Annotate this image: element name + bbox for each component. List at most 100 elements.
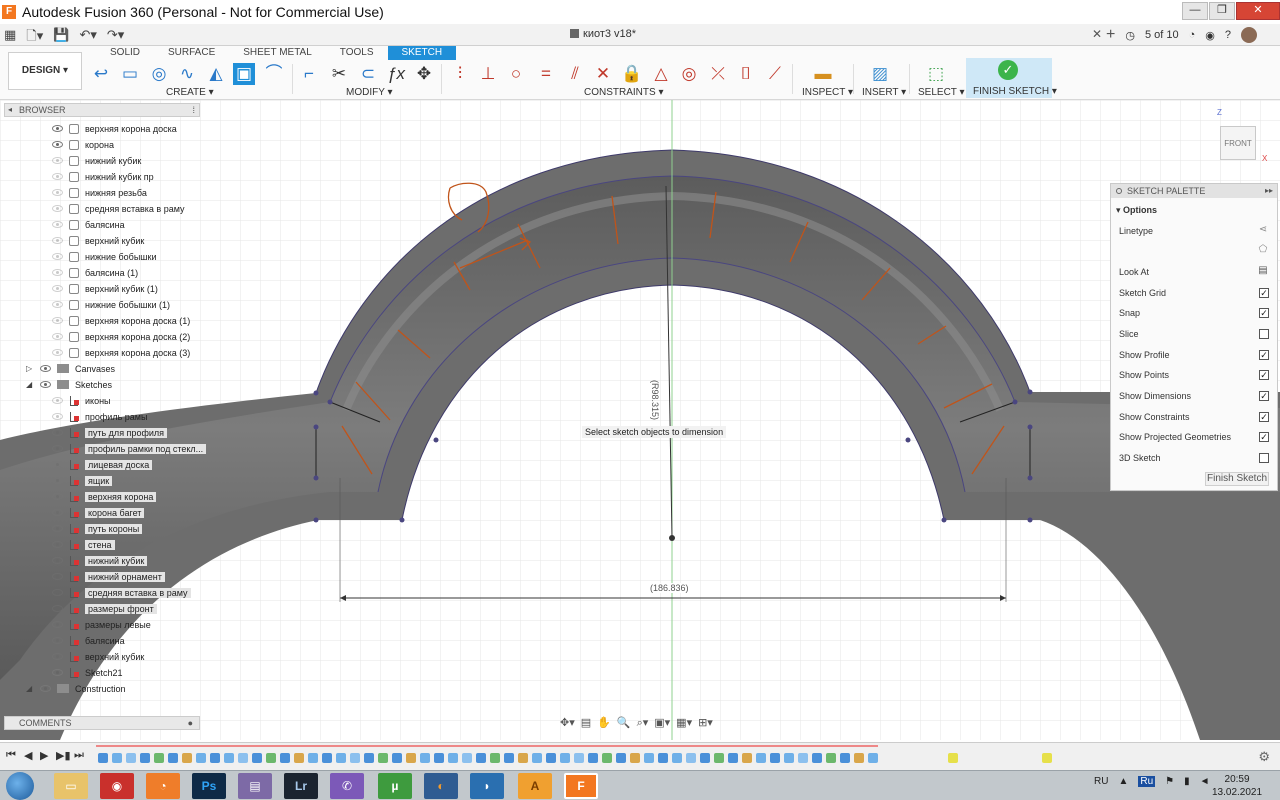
timeline-feature-icon[interactable] — [532, 753, 542, 763]
show-projected-checkbox[interactable]: ✓ — [1259, 432, 1269, 442]
timeline-track[interactable] — [96, 745, 878, 747]
eye-icon[interactable] — [52, 621, 63, 628]
list-item[interactable]: балясина — [52, 217, 125, 232]
tab-tools[interactable]: TOOLS — [326, 46, 388, 60]
eye-icon[interactable] — [52, 589, 63, 596]
eye-icon[interactable] — [40, 381, 51, 388]
network-icon[interactable]: ▮ — [1184, 776, 1190, 787]
move-icon[interactable]: ✥ — [413, 63, 435, 85]
modify-menu[interactable]: MODIFY ▾ — [346, 87, 393, 98]
app-shark-icon[interactable]: ◗ — [470, 773, 504, 799]
list-item[interactable]: корона — [52, 137, 114, 152]
timeline-feature-icon[interactable] — [630, 753, 640, 763]
timeline-feature-icon[interactable] — [546, 753, 556, 763]
offset-icon[interactable]: ⊂ — [357, 63, 379, 85]
eye-icon[interactable] — [52, 605, 63, 612]
timeline-feature-icon[interactable] — [308, 753, 318, 763]
list-item[interactable]: нижние бобышки (1) — [52, 297, 170, 312]
timeline-end-icon[interactable]: ⏭ — [74, 749, 84, 762]
timeline-feature-icon[interactable] — [560, 753, 570, 763]
eye-icon[interactable] — [52, 221, 63, 228]
palette-pin-icon[interactable] — [1116, 188, 1122, 194]
tangent-icon[interactable]: ○ — [505, 63, 527, 85]
explorer-icon[interactable]: ▭ — [54, 773, 88, 799]
function-icon[interactable]: ƒx — [385, 63, 407, 85]
inspect-menu[interactable]: INSPECT ▾ — [802, 87, 853, 98]
eye-icon[interactable] — [52, 397, 63, 404]
photoshop-icon[interactable]: Ps — [192, 773, 226, 799]
arc-icon[interactable]: ⌒ — [263, 63, 285, 85]
timeline-next-icon[interactable]: ▶▮ — [56, 749, 71, 762]
viewcube[interactable]: Z FRONT X — [1214, 108, 1274, 166]
coincident-icon[interactable]: ✕ — [592, 63, 614, 85]
timeline-feature-icon[interactable] — [574, 753, 584, 763]
list-item[interactable]: нижние бобышки — [52, 249, 157, 264]
timeline-feature-icon[interactable] — [364, 753, 374, 763]
collapse-arrow-icon[interactable]: ◢ — [26, 380, 36, 389]
close-tab-button[interactable]: ✕ — [1092, 27, 1102, 41]
radius-dimension-label[interactable]: (R98.315) — [650, 380, 660, 420]
timeline-feature-icon[interactable] — [476, 753, 486, 763]
horizontal-vertical-icon[interactable]: ⫶ — [449, 63, 471, 85]
sketch-item[interactable]: иконы — [52, 393, 111, 408]
sketch-item[interactable]: ящик — [52, 473, 113, 488]
sketch-item[interactable]: путь короны — [52, 521, 143, 536]
option-3d-sketch[interactable]: 3D Sketch — [1119, 453, 1269, 463]
orbit-icon[interactable]: ✥▾ — [560, 716, 575, 732]
list-item[interactable]: верхний кубик (1) — [52, 281, 158, 296]
lightroom-icon[interactable]: Lr — [284, 773, 318, 799]
option-show-constraints[interactable]: Show Constraints ✓ — [1119, 412, 1269, 422]
snap-checkbox[interactable]: ✓ — [1259, 308, 1269, 318]
sketch-item[interactable]: профиль рамки под стекл... — [52, 441, 207, 456]
document-tab[interactable]: киот3 v18* — [570, 28, 636, 40]
options-section[interactable]: ▾ Options — [1111, 198, 1277, 216]
timeline-feature-icon[interactable] — [182, 753, 192, 763]
help-icon[interactable]: ? — [1225, 29, 1231, 41]
constraints-menu[interactable]: CONSTRAINTS ▾ — [584, 87, 663, 98]
timeline-settings-icon[interactable]: ⚙ — [1258, 749, 1270, 765]
timeline-feature-icon[interactable] — [112, 753, 122, 763]
trim-icon[interactable]: ✂ — [328, 63, 350, 85]
construction-line-icon[interactable]: ⋖ — [1257, 225, 1269, 235]
timeline-feature-icon[interactable] — [700, 753, 710, 763]
timeline-feature-icon[interactable] — [266, 753, 276, 763]
timeline-feature-icon[interactable] — [420, 753, 430, 763]
language-indicator[interactable]: RU — [1094, 776, 1108, 787]
palette-header[interactable]: SKETCH PALETTE ▸▸ — [1111, 184, 1277, 198]
zoom-icon[interactable]: 🔍 — [617, 716, 631, 732]
timeline-feature-icon[interactable] — [714, 753, 724, 763]
look-at-icon[interactable]: ▤ — [1257, 266, 1269, 276]
timeline-feature-icon[interactable] — [210, 753, 220, 763]
timeline-feature-icon[interactable] — [280, 753, 290, 763]
timeline-feature-icon[interactable] — [294, 753, 304, 763]
concentric-icon[interactable]: ◎ — [678, 63, 700, 85]
timeline-start-icon[interactable]: ⏮ — [6, 749, 16, 762]
timeline-feature-icon[interactable] — [784, 753, 794, 763]
timeline-feature-icon[interactable] — [588, 753, 598, 763]
eye-icon[interactable] — [52, 125, 63, 132]
timeline-feature-icon[interactable] — [196, 753, 206, 763]
list-item[interactable]: верхняя корона доска (1) — [52, 313, 190, 328]
eye-icon[interactable] — [52, 573, 63, 580]
timeline-feature-icon[interactable] — [854, 753, 864, 763]
expand-arrow-icon[interactable]: ▷ — [26, 364, 36, 373]
timeline-feature-icon[interactable] — [168, 753, 178, 763]
timeline-feature-icon[interactable] — [798, 753, 808, 763]
timeline-prev-icon[interactable]: ◀ — [24, 749, 32, 762]
eye-icon[interactable] — [52, 541, 63, 548]
eye-icon[interactable] — [52, 669, 63, 676]
fillet-icon[interactable]: ⌐ — [298, 63, 320, 85]
tray-arrow-icon[interactable]: ▲ — [1118, 776, 1128, 787]
show-profile-checkbox[interactable]: ✓ — [1259, 350, 1269, 360]
palette-finish-sketch-button[interactable]: Finish Sketch — [1205, 472, 1269, 486]
timeline-feature-icon[interactable] — [392, 753, 402, 763]
show-dimensions-checkbox[interactable]: ✓ — [1259, 391, 1269, 401]
maximize-button[interactable]: ❐ — [1209, 2, 1235, 20]
spline-icon[interactable]: ∿ — [176, 63, 198, 85]
expand-panel-icon[interactable]: ▸▸ — [1265, 184, 1273, 198]
measure-icon[interactable]: ▬ — [812, 63, 834, 85]
viewcube-front-face[interactable]: FRONT — [1220, 126, 1256, 160]
create-menu[interactable]: CREATE ▾ — [166, 87, 214, 98]
option-show-points[interactable]: Show Points ✓ — [1119, 370, 1269, 380]
circle-icon[interactable]: ◎ — [148, 63, 170, 85]
